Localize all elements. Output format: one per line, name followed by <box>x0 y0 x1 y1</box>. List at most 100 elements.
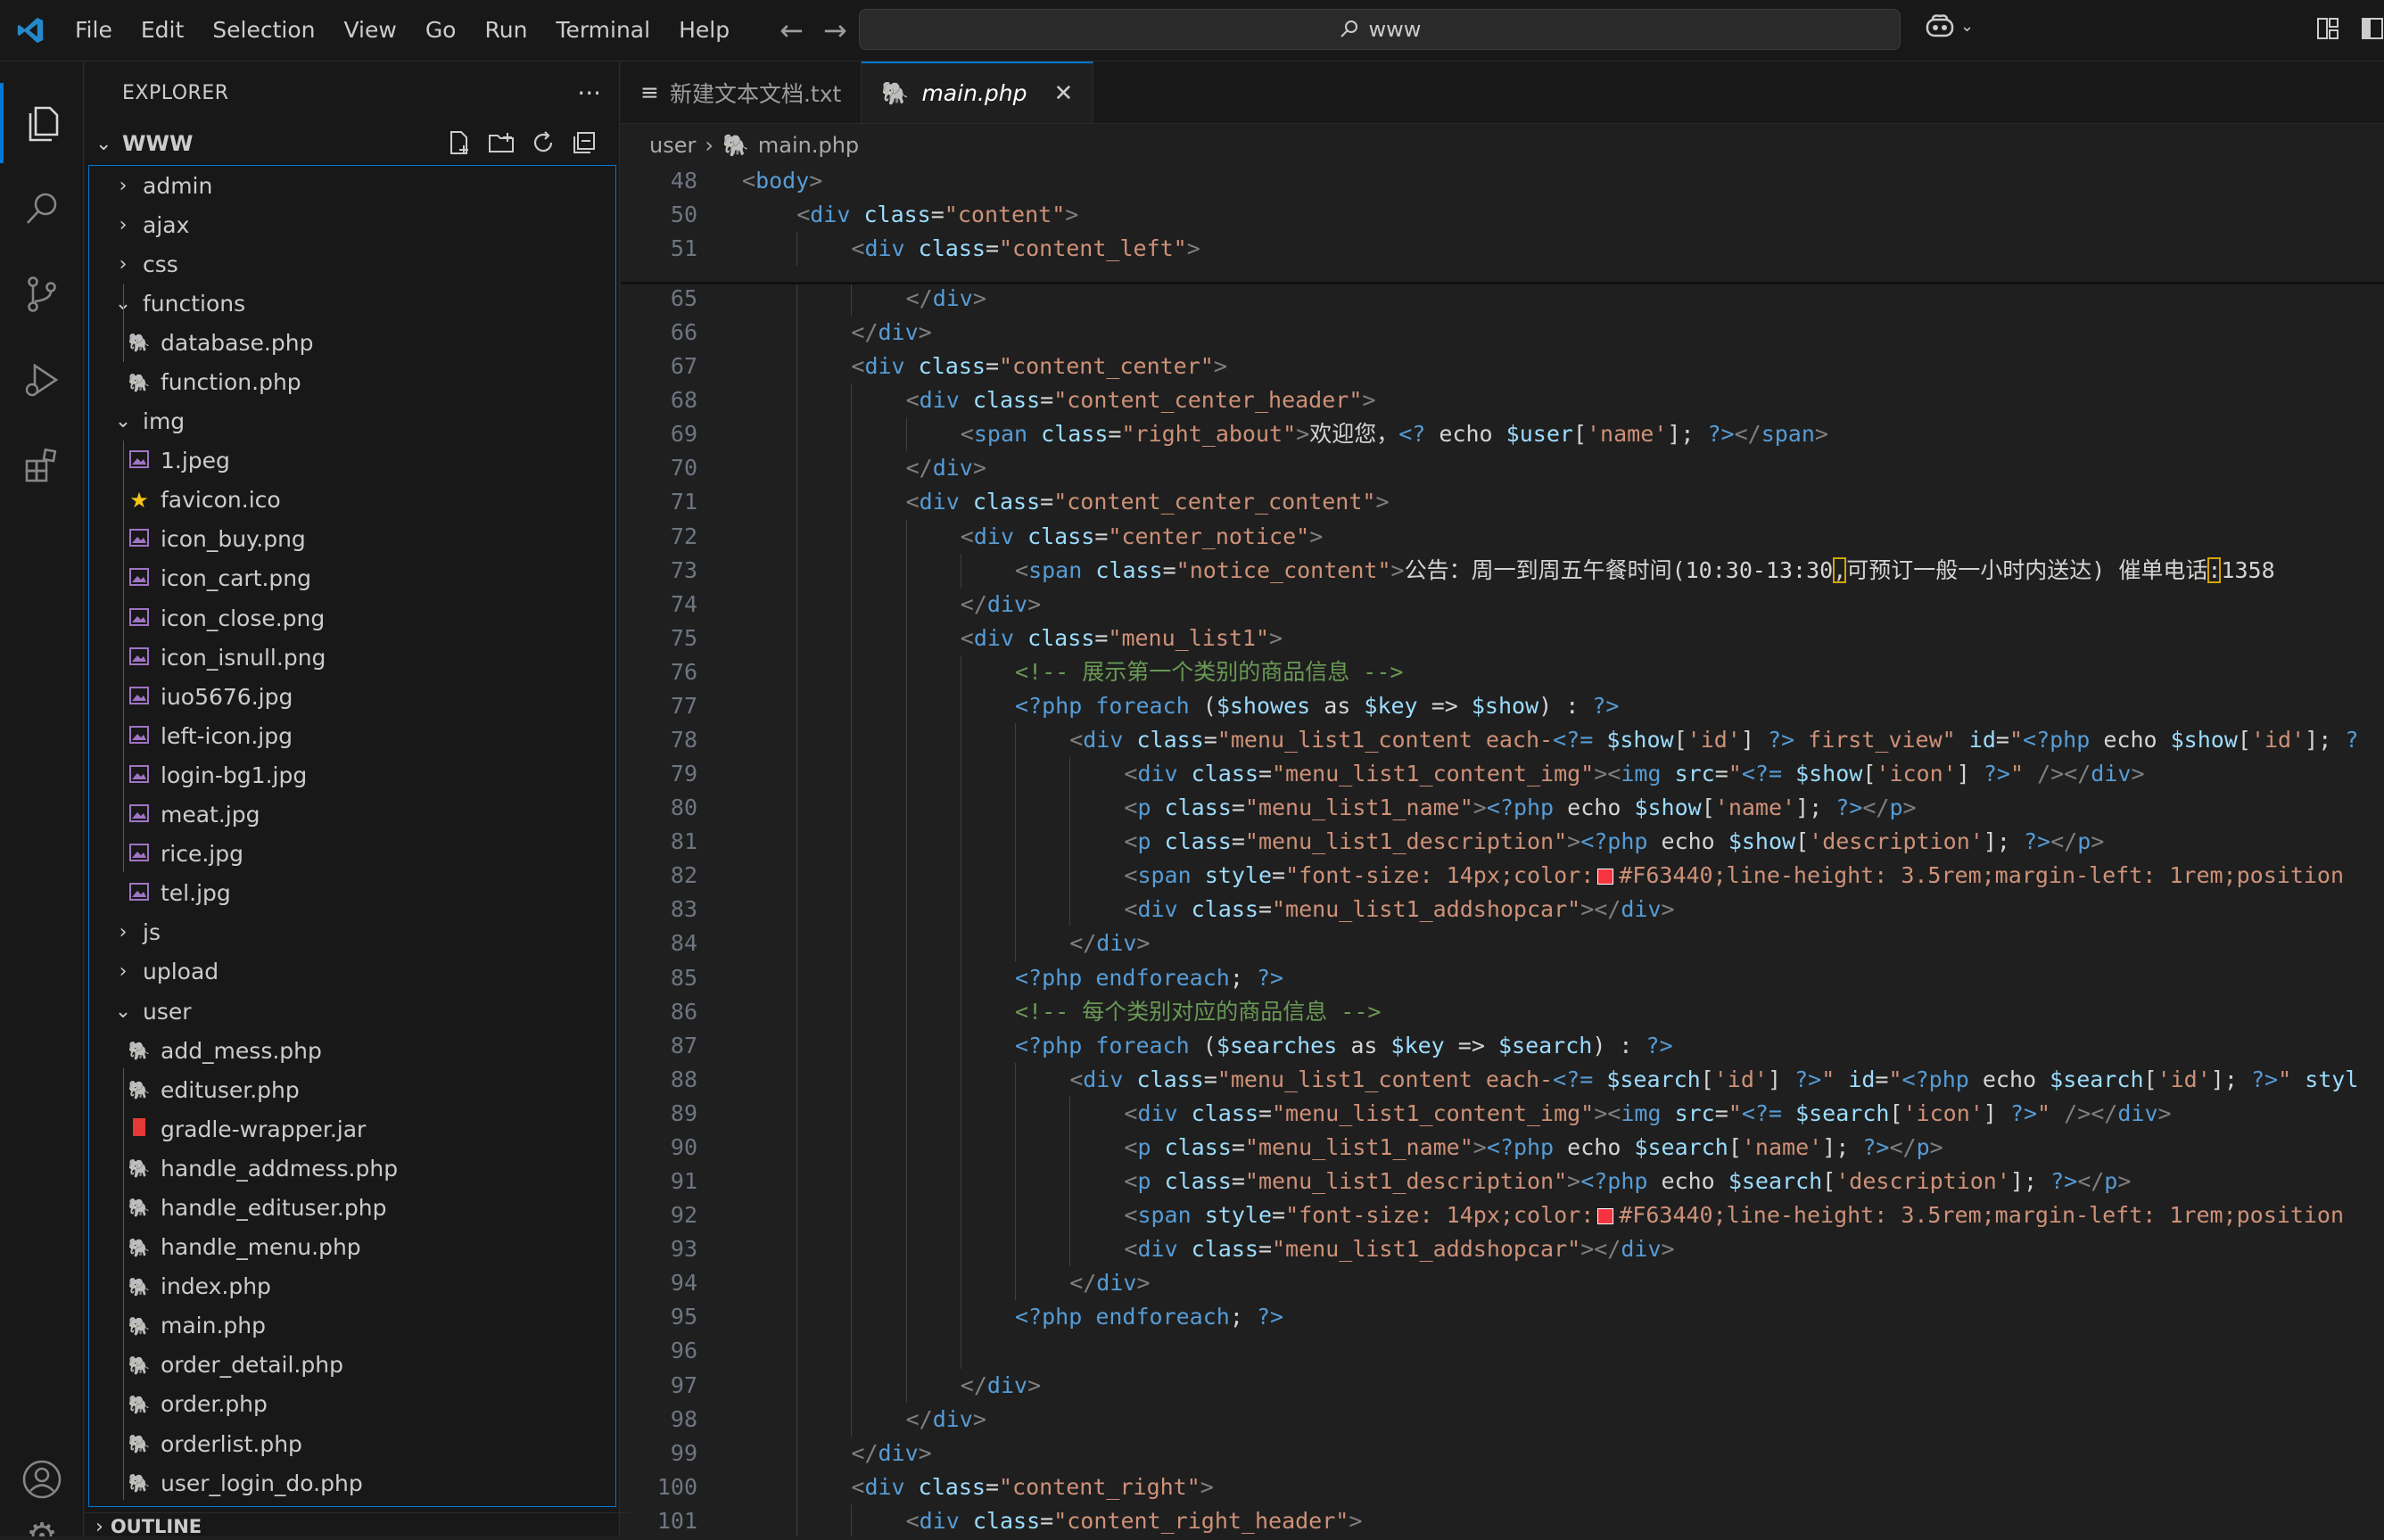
explorer-activity-button[interactable] <box>0 83 84 163</box>
run-debug-activity-button[interactable] <box>0 340 84 420</box>
code-line[interactable]: 69 <span class="right_about">欢迎您，<? echo … <box>621 417 2384 452</box>
folder-item[interactable]: › upload <box>89 952 615 992</box>
new-file-icon[interactable] <box>446 129 473 156</box>
outline-section[interactable]: › OUTLINE <box>85 1512 631 1540</box>
file-item[interactable]: tel.jpg <box>89 874 615 913</box>
search-activity-button[interactable] <box>0 169 84 249</box>
accounts-activity-button[interactable] <box>0 1439 84 1519</box>
code-line[interactable]: 51 <div class="content_left"> <box>621 232 2384 266</box>
code-line[interactable]: 87 <?php foreach ($searches as $key => $s… <box>621 1028 2384 1063</box>
menu-file[interactable]: File <box>61 0 127 61</box>
code-line[interactable]: 94 </div> <box>621 1266 2384 1301</box>
file-item[interactable]: left-icon.jpg <box>89 716 615 755</box>
file-item[interactable]: iuo5676.jpg <box>89 677 615 716</box>
code-line[interactable]: 97 </div> <box>621 1368 2384 1403</box>
forward-arrow-icon[interactable]: → <box>823 13 847 47</box>
code-line[interactable]: 65 </div> <box>621 282 2384 317</box>
customize-layout-icon[interactable] <box>2315 16 2340 41</box>
file-item[interactable]: meat.jpg <box>89 795 615 835</box>
file-item[interactable]: 🐘 order_detail.php <box>89 1346 615 1385</box>
collapse-all-icon[interactable] <box>571 129 598 156</box>
folder-item[interactable]: ⌄ user <box>89 992 615 1031</box>
code-line[interactable]: 72 <div class="center_notice"> <box>621 519 2384 554</box>
breadcrumb-folder[interactable]: user <box>649 133 696 158</box>
tab-main-php[interactable]: 🐘 main.php ✕ <box>862 62 1094 123</box>
file-item[interactable]: 🐘 edituser.php <box>89 1070 615 1109</box>
folder-item[interactable]: ⌄ img <box>89 402 615 441</box>
source-control-activity-button[interactable] <box>0 254 84 334</box>
file-item[interactable]: 🐘 handle_addmess.php <box>89 1149 615 1188</box>
code-line[interactable]: 50 <div class="content"> <box>621 198 2384 232</box>
code-line[interactable]: 84 </div> <box>621 926 2384 961</box>
menu-terminal[interactable]: Terminal <box>541 0 664 61</box>
file-item[interactable]: 🐘 handle_edituser.php <box>89 1188 615 1227</box>
file-item[interactable]: 🐘 database.php <box>89 323 615 362</box>
code-line[interactable]: 73 <span class="notice_content">公告：周一到周五午… <box>621 553 2384 588</box>
file-item[interactable]: icon_cart.png <box>89 559 615 598</box>
file-item[interactable]: icon_isnull.png <box>89 638 615 677</box>
extensions-activity-button[interactable] <box>0 425 84 506</box>
menu-run[interactable]: Run <box>470 0 541 61</box>
code-line[interactable]: 100 <div class="content_right"> <box>621 1470 2384 1504</box>
code-line[interactable]: 82 <span style="font-size: 14px;color: #F6… <box>621 859 2384 894</box>
code-line[interactable]: 88 <div class="menu_list1_content each-<?… <box>621 1062 2384 1097</box>
file-item[interactable]: 🐘 add_mess.php <box>89 1031 615 1070</box>
code-line[interactable]: 95 <?php endforeach; ?> <box>621 1300 2384 1335</box>
new-folder-icon[interactable] <box>487 129 516 156</box>
code-line[interactable]: 75 <div class="menu_list1"> <box>621 621 2384 655</box>
file-item[interactable]: 🐘 index.php <box>89 1267 615 1306</box>
file-item[interactable]: 🐘 orderlist.php <box>89 1424 615 1463</box>
code-line[interactable]: 96 <box>621 1334 2384 1369</box>
file-item[interactable]: rice.jpg <box>89 835 615 874</box>
code-line[interactable]: 93 <div class="menu_list1_addshopcar"></d… <box>621 1232 2384 1267</box>
file-item[interactable]: 🐘 user_login_do.php <box>89 1463 615 1503</box>
code-line[interactable]: 101 <div class="content_right_header"> <box>621 1503 2384 1536</box>
folder-item[interactable]: › js <box>89 913 615 952</box>
menu-view[interactable]: View <box>329 0 410 61</box>
more-actions-icon[interactable]: ··· <box>577 78 601 108</box>
code-line[interactable]: 80 <p class="menu_list1_name"><?php echo … <box>621 791 2384 826</box>
folder-item[interactable]: › css <box>89 244 615 284</box>
code-line[interactable]: 86 <!-- 每个类别对应的商品信息 --> <box>621 994 2384 1029</box>
code-line[interactable]: 77 <?php foreach ($showes as $key => $sho… <box>621 688 2384 724</box>
file-item[interactable]: login-bg1.jpg <box>89 755 615 795</box>
back-arrow-icon[interactable]: ← <box>780 13 804 47</box>
close-icon[interactable]: ✕ <box>1053 80 1073 107</box>
file-item[interactable]: ★ favicon.ico <box>89 481 615 520</box>
menu-go[interactable]: Go <box>411 0 471 61</box>
file-item[interactable]: 🐘 main.php <box>89 1306 615 1346</box>
code-line[interactable]: 70 </div> <box>621 451 2384 486</box>
code-line[interactable]: 76 <!-- 展示第一个类别的商品信息 --> <box>621 655 2384 689</box>
code-line[interactable]: 92 <span style="font-size: 14px;color: #F6… <box>621 1198 2384 1233</box>
code-line[interactable]: 67 <div class="content_center"> <box>621 350 2384 384</box>
folder-item[interactable]: › admin <box>89 166 615 205</box>
file-item[interactable]: 🐘 order.php <box>89 1385 615 1424</box>
code-line[interactable]: 71 <div class="content_center_content"> <box>621 485 2384 520</box>
code-line[interactable]: 91 <p class="menu_list1_description"><?ph… <box>621 1165 2384 1199</box>
file-item[interactable]: 🐘 handle_menu.php <box>89 1228 615 1267</box>
refresh-icon[interactable] <box>530 129 557 156</box>
menu-selection[interactable]: Selection <box>198 0 329 61</box>
code-line[interactable]: 66 </div> <box>621 316 2384 350</box>
code-line[interactable]: 74 </div> <box>621 587 2384 622</box>
file-item[interactable]: gradle-wrapper.jar <box>89 1109 615 1149</box>
file-item[interactable]: icon_close.png <box>89 598 615 638</box>
toggle-sidebar-icon[interactable] <box>2360 16 2384 41</box>
menu-help[interactable]: Help <box>664 0 744 61</box>
folder-item[interactable]: ⌄ functions <box>89 284 615 323</box>
copilot-button[interactable]: ⌄ <box>1925 12 1974 39</box>
code-line[interactable]: 90 <p class="menu_list1_name"><?php echo … <box>621 1130 2384 1165</box>
code-line[interactable]: 99 </div> <box>621 1436 2384 1470</box>
code-line[interactable]: 85 <?php endforeach; ?> <box>621 960 2384 995</box>
workspace-root[interactable]: ⌄ WWW <box>85 124 619 163</box>
code-line[interactable]: 78 <div class="menu_list1_content each-<?… <box>621 723 2384 758</box>
code-line[interactable]: 98 </div> <box>621 1402 2384 1437</box>
file-item[interactable]: icon_buy.png <box>89 520 615 559</box>
folder-item[interactable]: › ajax <box>89 205 615 244</box>
code-line[interactable]: 89 <div class="menu_list1_content_img"><i… <box>621 1096 2384 1131</box>
menu-edit[interactable]: Edit <box>127 0 198 61</box>
file-item[interactable]: 🐘 function.php <box>89 362 615 401</box>
code-line[interactable]: 83 <div class="menu_list1_addshopcar"></d… <box>621 893 2384 927</box>
breadcrumb-file[interactable]: main.php <box>758 133 859 158</box>
code-line[interactable]: 48 <body> <box>621 164 2384 198</box>
